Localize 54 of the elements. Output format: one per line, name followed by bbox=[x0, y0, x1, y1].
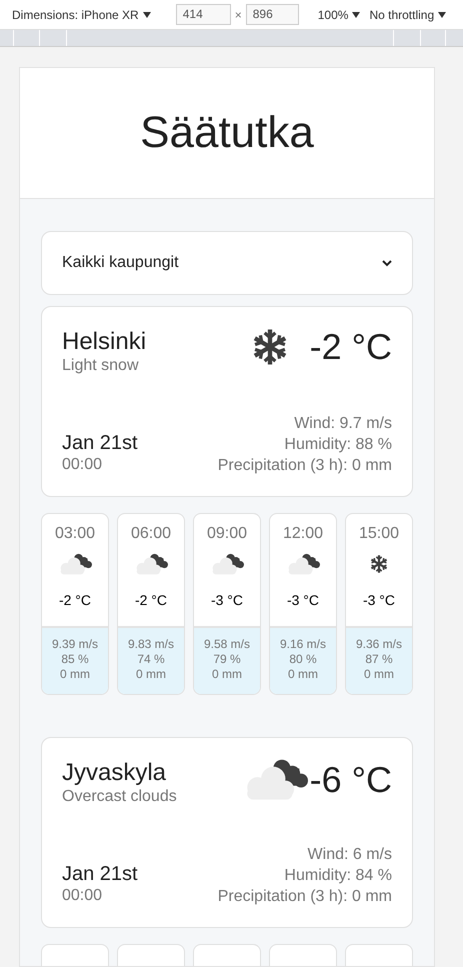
zoom-dropdown[interactable]: 100% bbox=[318, 6, 360, 24]
forecast-wind: 9.83 m/s bbox=[128, 637, 174, 652]
forecast-wind: 9.36 m/s bbox=[356, 637, 402, 652]
chevron-down-icon bbox=[382, 260, 392, 266]
forecast-time: 03:00 bbox=[54, 524, 96, 544]
forecast-humidity: 79 % bbox=[213, 652, 241, 667]
wind-reading: Wind: 6 m/s bbox=[308, 845, 392, 865]
humidity-reading: Humidity: 84 % bbox=[284, 866, 392, 886]
city-name: Helsinki bbox=[62, 327, 146, 357]
precipitation-reading: Precipitation (3 h): 0 mm bbox=[218, 887, 392, 907]
forecast-wind: 9.39 m/s bbox=[52, 637, 98, 652]
forecast-temperature: -3 °C bbox=[210, 591, 244, 610]
city-select[interactable]: Kaikki kaupungit bbox=[41, 231, 413, 295]
temperature: -6 °C bbox=[310, 760, 392, 800]
time: 00:00 bbox=[62, 455, 104, 475]
date: Jan 21st bbox=[62, 432, 138, 454]
caret-down-icon bbox=[438, 12, 446, 18]
forecast-precipitation: 0 mm bbox=[288, 667, 318, 682]
device-dropdown[interactable]: Dimensions: iPhone XR bbox=[12, 6, 151, 24]
time: 00:00 bbox=[62, 886, 104, 906]
height-field[interactable]: 896 bbox=[246, 4, 299, 25]
forecast-temperature: -3 °C bbox=[362, 591, 396, 610]
forecast-time: 15:00 bbox=[358, 524, 400, 544]
forecast-precipitation: 0 mm bbox=[60, 667, 90, 682]
forecast-time: 12:00 bbox=[282, 524, 324, 544]
forecast-time: 09:00 bbox=[206, 524, 248, 544]
forecast-humidity: 85 % bbox=[61, 652, 89, 667]
precipitation-reading: Precipitation (3 h): 0 mm bbox=[218, 456, 392, 476]
width-field[interactable]: 414 bbox=[176, 4, 231, 25]
forecast-temperature: -2 °C bbox=[134, 591, 168, 610]
forecast-precipitation: 0 mm bbox=[136, 667, 166, 682]
snowflake-icon bbox=[369, 554, 389, 574]
humidity-reading: Humidity: 88 % bbox=[284, 435, 392, 455]
forecast-humidity: 74 % bbox=[137, 652, 165, 667]
forecast-humidity: 87 % bbox=[365, 652, 393, 667]
forecast-precipitation: 0 mm bbox=[364, 667, 394, 682]
caret-down-icon bbox=[142, 12, 151, 18]
forecast-temperature: -3 °C bbox=[286, 591, 320, 610]
weather-description: Overcast clouds bbox=[62, 788, 177, 806]
temperature: -2 °C bbox=[310, 327, 392, 367]
date: Jan 21st bbox=[62, 863, 138, 885]
forecast-humidity: 80 % bbox=[289, 652, 317, 667]
forecast-wind: 9.16 m/s bbox=[280, 637, 326, 652]
weather-description: Light snow bbox=[62, 357, 140, 375]
throttling-dropdown[interactable]: No throttling bbox=[369, 6, 446, 24]
forecast-time: 06:00 bbox=[130, 524, 172, 544]
city-name: Jyvaskyla bbox=[62, 758, 168, 788]
forecast-temperature: -2 °C bbox=[58, 591, 92, 610]
times-sign: × bbox=[234, 6, 242, 24]
forecast-precipitation: 0 mm bbox=[212, 667, 242, 682]
wind-reading: Wind: 9.7 m/s bbox=[294, 414, 392, 434]
forecast-wind: 9.58 m/s bbox=[204, 637, 250, 652]
app-title: Säätutka bbox=[140, 107, 314, 159]
caret-down-icon bbox=[352, 12, 360, 18]
